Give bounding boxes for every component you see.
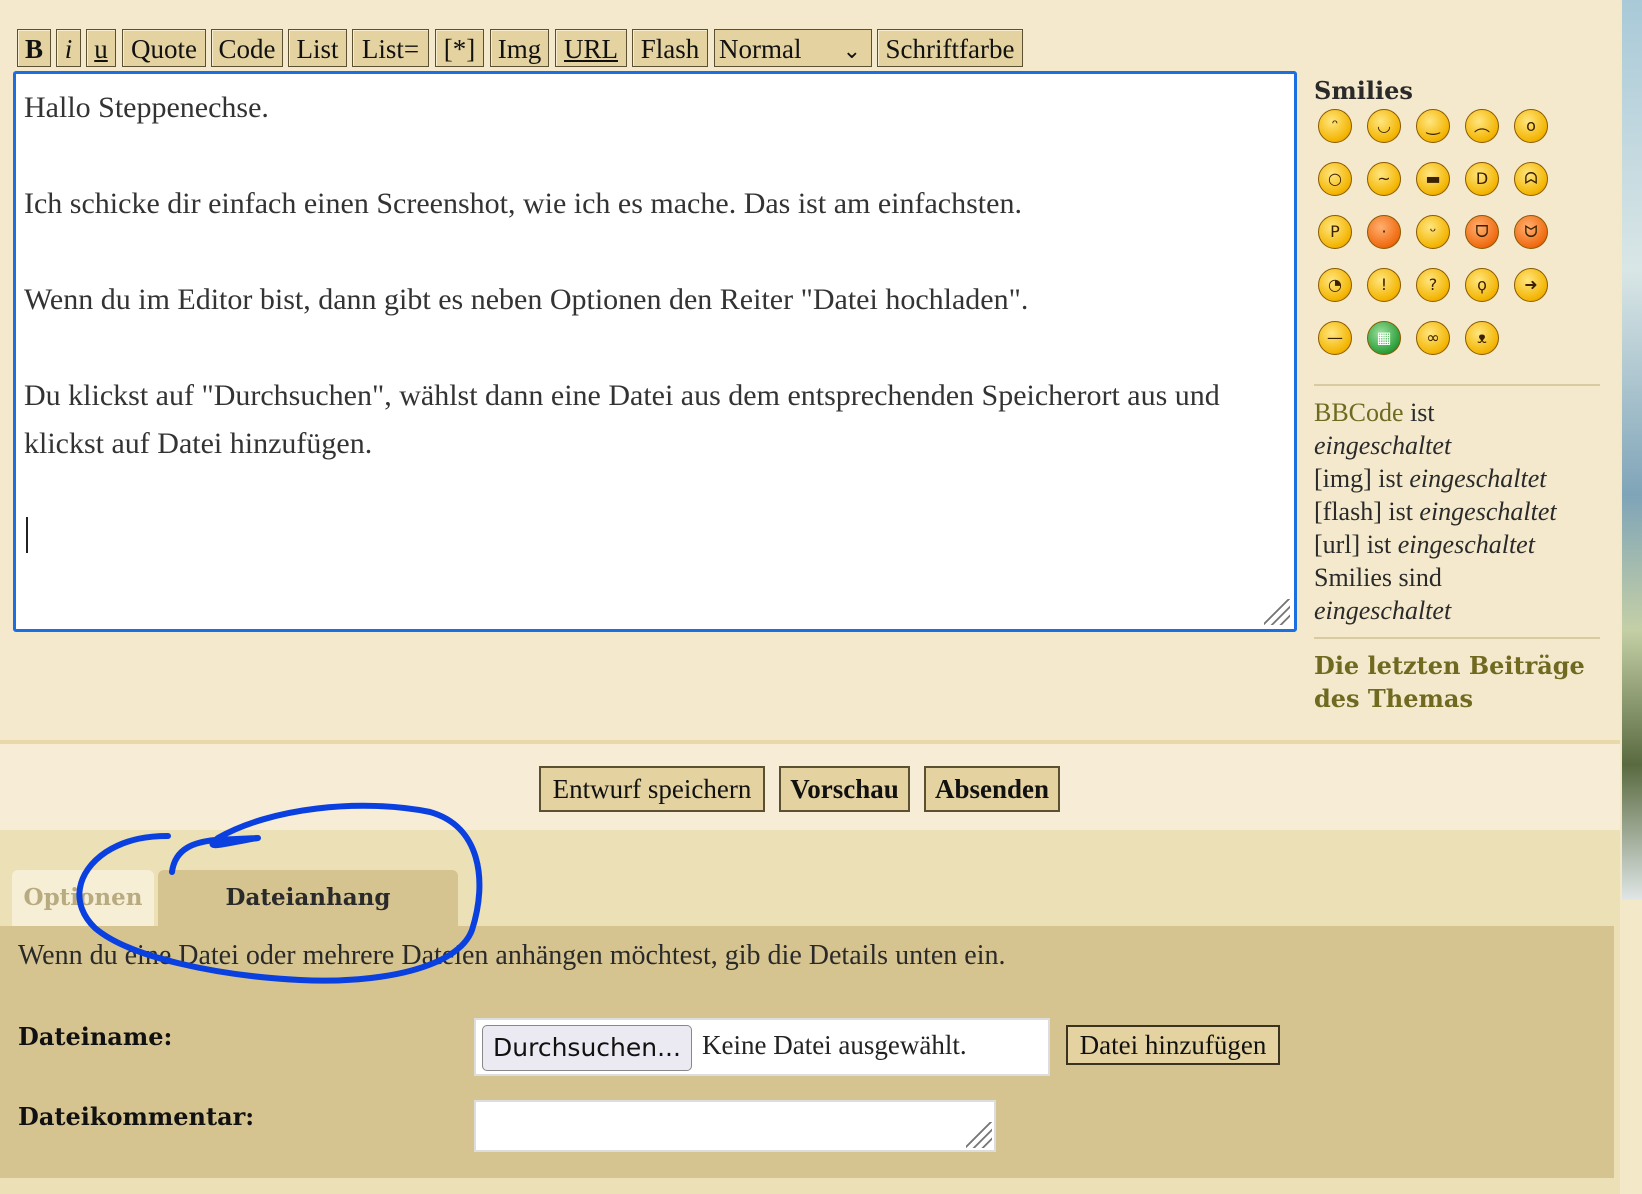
- font-size-value: Normal: [719, 34, 802, 64]
- font-size-select[interactable]: Normal ⌄: [714, 29, 872, 67]
- font-color-button[interactable]: Schriftfarbe: [877, 29, 1023, 67]
- code-button[interactable]: Code: [211, 29, 283, 67]
- info-text: [img] ist: [1314, 464, 1403, 493]
- file-comment-input[interactable]: [474, 1100, 996, 1152]
- idea-icon[interactable]: ϙ: [1465, 268, 1499, 302]
- smiley-ugeek-icon[interactable]: ᴥ: [1465, 321, 1499, 355]
- submit-button[interactable]: Absenden: [924, 766, 1060, 812]
- smiley-twisted-icon[interactable]: ᗢ: [1514, 215, 1548, 249]
- filename-label: Dateiname:: [18, 1022, 173, 1051]
- editor-line: Hallo Steppenechse.: [24, 91, 269, 124]
- smilies-grid: ᵔ ◡ ‿ ︵ o ○ ~ ▬ D ᗣ P · ᵕ ᗜ ᗢ ◔ ! ? ϙ ➜ …: [1318, 109, 1600, 374]
- divider: [1314, 637, 1600, 639]
- info-text: [flash] ist: [1314, 497, 1413, 526]
- arrow-icon[interactable]: ➜: [1514, 268, 1548, 302]
- attachment-description: Wenn du eine Datei oder mehrere Dateien …: [18, 940, 1006, 971]
- quote-button[interactable]: Quote: [122, 29, 206, 67]
- editor-line: Wenn du im Editor bist, dann gibt es neb…: [24, 283, 1029, 316]
- resize-handle-icon[interactable]: [1264, 599, 1290, 625]
- smiley-mrgreen-icon[interactable]: ▦: [1367, 321, 1401, 355]
- file-input[interactable]: Durchsuchen... Keine Datei ausgewählt.: [474, 1018, 1050, 1076]
- smiley-surprised-icon[interactable]: o: [1514, 109, 1548, 143]
- list-button[interactable]: List: [288, 29, 347, 67]
- file-comment-label: Dateikommentar:: [18, 1102, 255, 1131]
- info-text: Smilies sind: [1314, 563, 1442, 592]
- info-state: eingeschaltet: [1419, 497, 1557, 526]
- info-state: eingeschaltet: [1314, 596, 1452, 625]
- recent-posts-link[interactable]: Die letzten Beiträge des Themas: [1314, 649, 1600, 715]
- tab-options[interactable]: Optionen: [12, 870, 154, 926]
- smiley-razz-icon[interactable]: P: [1318, 215, 1352, 249]
- bold-button[interactable]: B: [17, 29, 51, 67]
- info-text: [url] ist: [1314, 530, 1392, 559]
- smiley-grin-icon[interactable]: ᵔ: [1318, 109, 1352, 143]
- smiley-evil-icon[interactable]: ᗜ: [1465, 215, 1499, 249]
- bbcode-status: BBCode ist eingeschaltet [img] ist einge…: [1314, 396, 1600, 627]
- info-state: eingeschaltet: [1409, 464, 1547, 493]
- info-state: eingeschaltet: [1314, 431, 1452, 460]
- smiley-redface-icon[interactable]: ·: [1367, 215, 1401, 249]
- info-text: ist: [1410, 398, 1435, 427]
- info-state: eingeschaltet: [1397, 530, 1535, 559]
- smiley-lol-icon[interactable]: D: [1465, 162, 1499, 196]
- file-status: Keine Datei ausgewählt.: [702, 1030, 967, 1060]
- add-file-button[interactable]: Datei hinzufügen: [1066, 1025, 1280, 1065]
- smiley-mad-icon[interactable]: ᗣ: [1514, 162, 1548, 196]
- preview-button[interactable]: Vorschau: [779, 766, 910, 812]
- question-icon[interactable]: ?: [1416, 268, 1450, 302]
- flash-button[interactable]: Flash: [632, 29, 708, 67]
- img-button[interactable]: Img: [490, 29, 549, 67]
- message-editor[interactable]: Hallo Steppenechse. Ich schicke dir einf…: [13, 71, 1297, 632]
- divider: [1314, 384, 1600, 386]
- submit-bar: Entwurf speichern Vorschau Absenden: [0, 740, 1620, 834]
- list-numbered-button[interactable]: List=: [352, 29, 429, 67]
- editor-content: Hallo Steppenechse. Ich schicke dir einf…: [24, 84, 1284, 468]
- save-draft-button[interactable]: Entwurf speichern: [539, 766, 765, 812]
- exclamation-icon[interactable]: !: [1367, 268, 1401, 302]
- smiley-geek-icon[interactable]: ∞: [1416, 321, 1450, 355]
- editor-line: Du klickst auf "Durchsuchen", wählst dan…: [24, 379, 1228, 460]
- italic-button[interactable]: i: [56, 29, 81, 67]
- tab-attachment[interactable]: Dateianhang hochladen: [158, 870, 458, 967]
- smilies-title: Smilies: [1314, 76, 1413, 105]
- smiley-wink-icon[interactable]: ‿: [1416, 109, 1450, 143]
- browse-button[interactable]: Durchsuchen...: [482, 1025, 692, 1071]
- smiley-eek-icon[interactable]: ○: [1318, 162, 1352, 196]
- smiley-cool-icon[interactable]: ▬: [1416, 162, 1450, 196]
- options-area: Optionen Dateianhang hochladen Wenn du e…: [0, 830, 1620, 1194]
- smiley-sad-icon[interactable]: ︵: [1465, 109, 1499, 143]
- editor-sidebar: Smilies ᵔ ◡ ‿ ︵ o ○ ~ ▬ D ᗣ P · ᵕ ᗜ ᗢ ◔ …: [1314, 74, 1600, 715]
- underline-button[interactable]: u: [86, 29, 116, 67]
- url-button[interactable]: URL: [555, 29, 627, 67]
- smiley-cry-icon[interactable]: ᵕ: [1416, 215, 1450, 249]
- attachment-panel: Wenn du eine Datei oder mehrere Dateien …: [0, 926, 1614, 1178]
- post-editor-panel: B i u Quote Code List List= [*] Img URL …: [0, 0, 1620, 740]
- background-image-edge: [1622, 0, 1642, 900]
- text-cursor: [26, 517, 28, 553]
- smiley-rolleyes-icon[interactable]: ◔: [1318, 268, 1352, 302]
- smiley-smile-icon[interactable]: ◡: [1367, 109, 1401, 143]
- editor-line: Ich schicke dir einfach einen Screenshot…: [24, 187, 1022, 220]
- chevron-down-icon: ⌄: [842, 38, 861, 63]
- bbcode-link[interactable]: BBCode: [1314, 398, 1404, 427]
- resize-handle-icon[interactable]: [966, 1122, 992, 1148]
- list-item-button[interactable]: [*]: [435, 29, 484, 67]
- smiley-neutral-icon[interactable]: —: [1318, 321, 1352, 355]
- smiley-confused-icon[interactable]: ~: [1367, 162, 1401, 196]
